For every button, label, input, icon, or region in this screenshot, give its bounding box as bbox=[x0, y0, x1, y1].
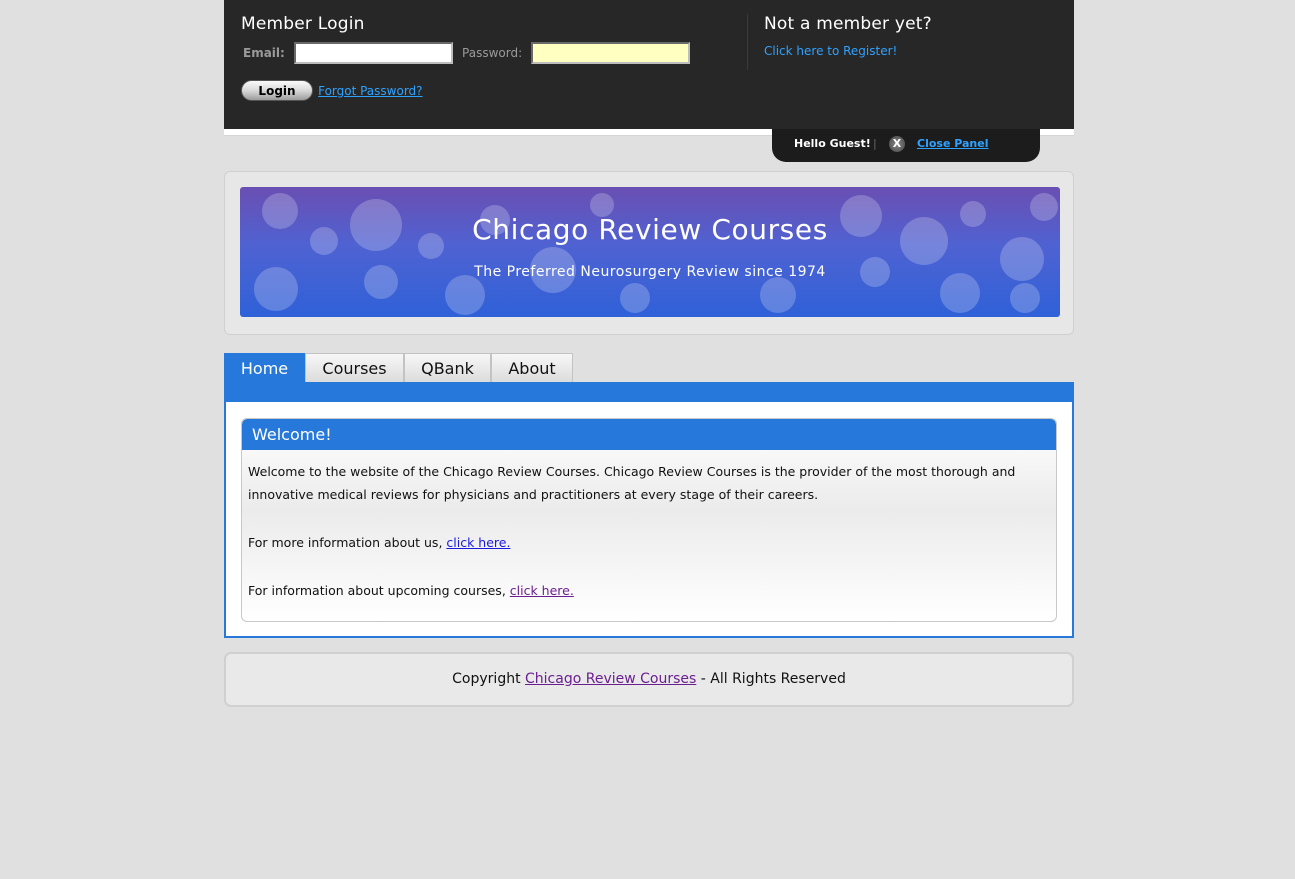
login-actions: Login Forgot Password? bbox=[241, 80, 423, 101]
email-field[interactable] bbox=[293, 42, 453, 64]
courses-paragraph: For information about upcoming courses, … bbox=[248, 579, 1048, 602]
courses-link[interactable]: click here. bbox=[510, 583, 574, 598]
member-login-heading: Member Login bbox=[241, 14, 365, 34]
login-form-row: Email: Password: bbox=[243, 42, 694, 64]
welcome-heading: Welcome! bbox=[242, 419, 1056, 450]
tab-home[interactable]: Home bbox=[224, 353, 305, 382]
courses-text: For information about upcoming courses, bbox=[248, 583, 510, 598]
login-panel: Member Login Email: Password: Login Forg… bbox=[224, 0, 1074, 129]
welcome-body: Welcome to the website of the Chicago Re… bbox=[248, 460, 1048, 621]
banner-bokeh bbox=[1010, 283, 1040, 313]
footer-site-link[interactable]: Chicago Review Courses bbox=[525, 671, 696, 687]
site-title: Chicago Review Courses bbox=[472, 213, 828, 246]
register-section: Not a member yet? Click here to Register… bbox=[747, 14, 1074, 70]
forgot-password-link[interactable]: Forgot Password? bbox=[318, 84, 422, 98]
welcome-box: Welcome! Welcome to the website of the C… bbox=[241, 418, 1057, 622]
tab-separator: | bbox=[873, 137, 877, 150]
panel-toggle-tab: Hello Guest! | X Close Panel bbox=[772, 129, 1040, 162]
about-link[interactable]: click here. bbox=[446, 535, 510, 550]
tab-about[interactable]: About bbox=[491, 353, 573, 382]
password-field[interactable] bbox=[531, 42, 691, 64]
register-heading: Not a member yet? bbox=[764, 14, 932, 34]
site-banner: Chicago Review Courses The Preferred Neu… bbox=[240, 187, 1060, 317]
footer-prefix: Copyright bbox=[452, 671, 526, 687]
password-label: Password: bbox=[462, 46, 523, 60]
banner-bokeh bbox=[620, 283, 650, 313]
about-text: For more information about us, bbox=[248, 535, 447, 550]
banner-bokeh bbox=[760, 277, 796, 313]
about-paragraph: For more information about us, click her… bbox=[248, 531, 1048, 554]
member-login-section: Member Login Email: Password: Login Forg… bbox=[241, 14, 741, 101]
email-label: Email: bbox=[243, 46, 285, 60]
greeting-text: Hello Guest! bbox=[794, 137, 871, 150]
content-top-bar bbox=[226, 384, 1072, 402]
close-icon[interactable]: X bbox=[889, 136, 905, 152]
footer-suffix: - All Rights Reserved bbox=[696, 671, 846, 687]
close-panel-link[interactable]: Close Panel bbox=[917, 137, 989, 150]
welcome-intro: Welcome to the website of the Chicago Re… bbox=[248, 464, 1016, 502]
register-link[interactable]: Click here to Register! bbox=[764, 44, 1074, 58]
main-content: Welcome! Welcome to the website of the C… bbox=[224, 382, 1074, 638]
login-button[interactable]: Login bbox=[241, 80, 313, 101]
footer: Copyright Chicago Review Courses - All R… bbox=[224, 652, 1074, 707]
banner-bokeh bbox=[445, 275, 485, 315]
tab-qbank[interactable]: QBank bbox=[404, 353, 491, 382]
tab-courses[interactable]: Courses bbox=[305, 353, 404, 382]
site-subtitle: The Preferred Neurosurgery Review since … bbox=[474, 264, 826, 280]
